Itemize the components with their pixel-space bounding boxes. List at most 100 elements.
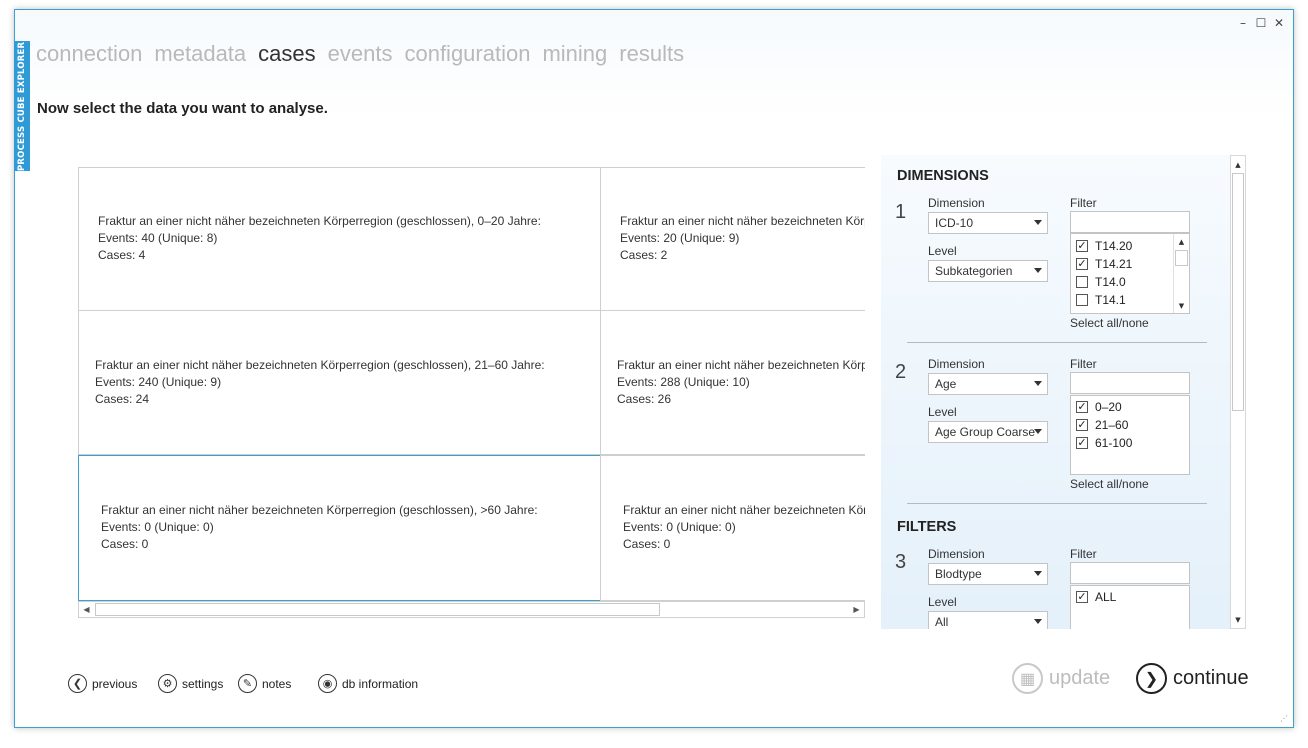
cell-events: Events: 0 (Unique: 0) — [623, 520, 736, 534]
case-cell[interactable]: Fraktur an einer nicht näher bezeichnete… — [78, 310, 601, 455]
record-icon: ◉ — [318, 674, 337, 693]
cell-events: Events: 240 (Unique: 9) — [95, 375, 222, 389]
filter-list[interactable]: ✓ T14.20 ✓ T14.21 T14.0 T14.1 ▲ ▼ — [1070, 233, 1190, 314]
filter-item[interactable]: ✓ 0–20 — [1071, 398, 1189, 416]
scroll-down-icon[interactable]: ▼ — [1174, 298, 1189, 313]
chevron-down-icon — [1034, 268, 1042, 273]
resize-grip-icon[interactable]: ⋰ — [1280, 714, 1306, 747]
cell-cases: Cases: 0 — [101, 537, 149, 551]
dimension-select[interactable]: ICD-10 — [928, 212, 1048, 234]
filter-item[interactable]: ✓ 61-100 — [1071, 434, 1189, 452]
cell-cases: Cases: 0 — [623, 537, 671, 551]
settings-button[interactable]: ⚙ settings — [158, 674, 223, 693]
level-select[interactable]: Age Group Coarse — [928, 421, 1048, 443]
scroll-up-icon[interactable]: ▲ — [1174, 234, 1189, 249]
case-cell[interactable]: Fraktur an einer nicht näher bezeichnete… — [600, 167, 865, 311]
cell-events: Events: 0 (Unique: 0) — [101, 520, 214, 534]
cell-events: Events: 288 (Unique: 10) — [617, 375, 750, 389]
update-button[interactable]: ▦ update — [1012, 663, 1110, 694]
nav-mining[interactable]: mining — [542, 41, 607, 67]
scroll-down-icon[interactable]: ▼ — [1231, 612, 1245, 627]
dimension-panel: DIMENSIONS 1 Dimension ICD-10 Level Subk… — [881, 155, 1230, 629]
maximize-icon[interactable]: ☐ — [1255, 16, 1267, 30]
level-label: Level — [928, 595, 957, 609]
checkbox-checked[interactable]: ✓ — [1076, 419, 1088, 431]
level-select[interactable]: Subkategorien — [928, 260, 1048, 282]
filter-item[interactable]: ✓ ALL — [1071, 588, 1189, 606]
divider — [907, 342, 1207, 343]
chevron-down-icon — [1034, 220, 1042, 225]
dimension-label: Dimension — [928, 357, 985, 371]
level-label: Level — [928, 244, 957, 258]
db-information-button[interactable]: ◉ db information — [318, 674, 418, 693]
scroll-left-icon[interactable]: ◀ — [79, 602, 94, 617]
cell-title: Fraktur an einer nicht näher bezeichnete… — [98, 214, 541, 228]
filter-item[interactable]: ✓ 21–60 — [1071, 416, 1189, 434]
case-cell-selected[interactable]: Fraktur an einer nicht näher bezeichnete… — [78, 455, 601, 601]
nav-configuration[interactable]: configuration — [404, 41, 530, 67]
nav-connection[interactable]: connection — [36, 41, 142, 67]
filter-label: Filter — [1070, 196, 1097, 210]
chevron-down-icon — [1034, 381, 1042, 386]
checkbox-unchecked[interactable] — [1076, 276, 1088, 288]
horizontal-scrollbar[interactable]: ◀ ▶ — [78, 601, 865, 618]
list-scrollbar[interactable]: ▲ ▼ — [1173, 234, 1189, 313]
checkbox-checked[interactable]: ✓ — [1076, 258, 1088, 270]
scroll-up-icon[interactable]: ▲ — [1231, 157, 1245, 172]
select-all-link[interactable]: Select all/none — [1070, 316, 1149, 330]
dimension-value: Age — [935, 377, 957, 391]
filter-item[interactable]: T14.1 — [1071, 291, 1189, 309]
filter-item[interactable]: ✓ T14.21 — [1071, 255, 1189, 273]
continue-button[interactable]: ❯ continue — [1136, 663, 1249, 694]
checkbox-unchecked[interactable] — [1076, 294, 1088, 306]
chevron-down-icon — [1034, 429, 1042, 434]
select-all-link[interactable]: Select all/none — [1070, 477, 1149, 491]
checkbox-checked[interactable]: ✓ — [1076, 240, 1088, 252]
level-value: Subkategorien — [935, 264, 1013, 278]
cell-title: Fraktur an einer nicht näher bezeichnete… — [623, 503, 865, 517]
nav-results[interactable]: results — [619, 41, 684, 67]
filters-heading: FILTERS — [897, 519, 957, 535]
close-icon[interactable]: ✕ — [1273, 16, 1285, 30]
scroll-thumb[interactable] — [1232, 173, 1244, 411]
filter-item[interactable]: ✓ T14.20 — [1071, 237, 1189, 255]
window-controls: – ☐ ✕ — [1237, 16, 1285, 30]
cell-cases: Cases: 24 — [95, 392, 150, 406]
side-tab-label: PROCESS CUBE EXPLORER — [14, 41, 30, 171]
checkbox-checked[interactable]: ✓ — [1076, 591, 1088, 603]
dimension-value: ICD-10 — [935, 216, 974, 230]
dimension-select[interactable]: Age — [928, 373, 1048, 395]
panel-scrollbar[interactable]: ▲ ▼ — [1230, 155, 1246, 629]
filter-input[interactable] — [1070, 211, 1190, 233]
nav-metadata[interactable]: metadata — [154, 41, 246, 67]
case-cell[interactable]: Fraktur an einer nicht näher bezeichnete… — [600, 455, 865, 601]
page-subtitle: Now select the data you want to analyse. — [37, 100, 328, 117]
dimension-label: Dimension — [928, 196, 985, 210]
filter-label: Filter — [1070, 547, 1097, 561]
scroll-right-icon[interactable]: ▶ — [849, 602, 864, 617]
case-cell[interactable]: Fraktur an einer nicht näher bezeichnete… — [600, 310, 865, 455]
level-select[interactable]: All — [928, 611, 1048, 629]
case-grid: Fraktur an einer nicht näher bezeichnete… — [78, 167, 865, 601]
filter-input[interactable] — [1070, 372, 1190, 394]
scroll-thumb[interactable] — [1175, 250, 1188, 266]
case-cell[interactable]: Fraktur an einer nicht näher bezeichnete… — [78, 167, 601, 311]
checkbox-checked[interactable]: ✓ — [1076, 437, 1088, 449]
level-value: Age Group Coarse — [935, 425, 1036, 439]
checkbox-checked[interactable]: ✓ — [1076, 401, 1088, 413]
previous-button[interactable]: ❮ previous — [68, 674, 137, 693]
minimize-icon[interactable]: – — [1237, 16, 1249, 30]
scroll-thumb[interactable] — [95, 603, 660, 616]
notes-button[interactable]: ✎ notes — [238, 674, 291, 693]
dimension-select[interactable]: Blodtype — [928, 563, 1048, 585]
filter-list[interactable]: ✓ ALL — [1070, 585, 1190, 629]
filter-item[interactable]: T14.0 — [1071, 273, 1189, 291]
filter-label: Filter — [1070, 357, 1097, 371]
gear-icon: ⚙ — [158, 674, 177, 693]
nav-cases[interactable]: cases — [258, 41, 315, 67]
filter-input[interactable] — [1070, 562, 1190, 584]
nav-events[interactable]: events — [328, 41, 393, 67]
cell-events: Events: 40 (Unique: 8) — [98, 231, 218, 245]
filter-list[interactable]: ✓ 0–20 ✓ 21–60 ✓ 61-100 — [1070, 395, 1190, 475]
grid-icon: ▦ — [1012, 663, 1043, 694]
